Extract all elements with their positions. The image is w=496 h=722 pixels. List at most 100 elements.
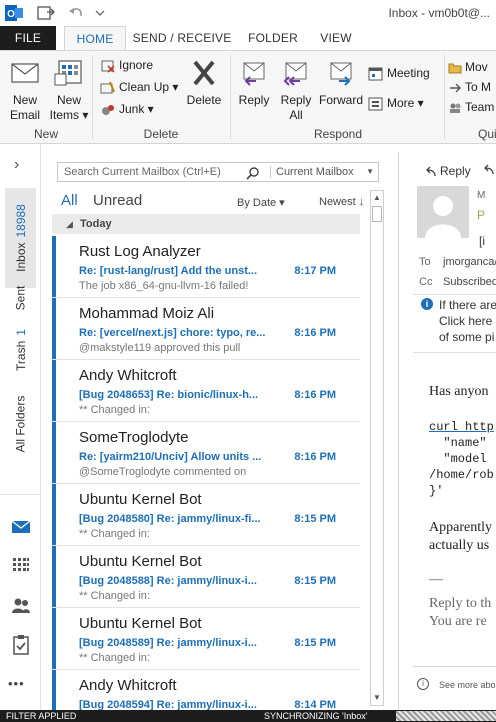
meeting-icon [368, 67, 383, 81]
list-item[interactable]: Ubuntu Kernel Bot [Bug 2048589] Re: jamm… [52, 608, 360, 670]
new-email-label-2: Email [9, 108, 40, 122]
new-email-icon [11, 63, 39, 83]
search-icon[interactable] [246, 166, 260, 180]
info-line-2[interactable]: Click here t [439, 314, 496, 328]
more-modules-button[interactable]: ••• [8, 676, 25, 691]
forward-arrow-icon [450, 83, 461, 93]
mail-sender: Ubuntu Kernel Bot [79, 615, 202, 632]
tab-view[interactable]: VIEW [312, 26, 360, 50]
unread-indicator [52, 546, 56, 607]
tab-send-receive[interactable]: SEND / RECEIVE [132, 26, 232, 50]
new-items-label-2: Items ▾ [49, 108, 89, 122]
mail-time: 8:17 PM [294, 265, 336, 277]
mail-time: 8:16 PM [294, 327, 336, 339]
reply-button[interactable]: Reply [234, 57, 274, 108]
reply-all-small-icon[interactable] [481, 164, 496, 176]
list-item[interactable]: Mohammad Moiz Ali Re: [vercel/next.js] c… [52, 298, 360, 360]
list-item[interactable]: Ubuntu Kernel Bot [Bug 2048580] Re: jamm… [52, 484, 360, 546]
ignore-label: Ignore [119, 58, 154, 72]
mail-sender: Ubuntu Kernel Bot [79, 491, 202, 508]
sort-by-dropdown[interactable]: By Date ▾ [237, 196, 285, 209]
search-placeholder: Search Current Mailbox (Ctrl+E) [64, 166, 221, 178]
list-item[interactable]: Andy Whitcroft [Bug 2048594] Re: jammy/l… [52, 670, 360, 711]
ignore-icon [101, 60, 115, 73]
body-line-4: Reply to th [429, 596, 492, 611]
junk-button[interactable]: Junk ▾ [100, 99, 154, 119]
reading-reply-button[interactable]: Reply [423, 164, 471, 178]
send-receive-icon[interactable] [36, 3, 56, 23]
nav-sent[interactable]: Sent [0, 278, 41, 318]
scroll-thumb[interactable] [372, 206, 382, 222]
mail-subject: Re: [vercel/next.js] chore: typo, re... [79, 327, 266, 339]
status-bar: FILTER APPLIED SYNCHRONIZING 'Inbox' [0, 710, 496, 722]
forward-button[interactable]: Forward [318, 57, 364, 108]
filter-all[interactable]: All [61, 192, 78, 209]
mail-subject: [Bug 2048580] Re: jammy/linux-fi... [79, 513, 261, 525]
search-input[interactable]: Search Current Mailbox (Ctrl+E) Current … [57, 162, 379, 182]
quick-step-team-label: Team [465, 100, 495, 114]
collapse-triangle-icon: ◢ [66, 219, 73, 229]
quick-step-to-manager[interactable]: To M [448, 77, 491, 97]
undo-icon[interactable] [66, 3, 86, 23]
sort-order-toggle[interactable]: Newest ↓ [319, 196, 364, 208]
mail-subject: [Bug 2048653] Re: bionic/linux-h... [79, 389, 259, 401]
more-respond-button[interactable]: More ▾ [368, 93, 424, 113]
quick-step-move[interactable]: Mov [448, 57, 488, 77]
mail-time: 8:16 PM [294, 389, 336, 401]
mail-preview: The job x86_64-gnu-llvm-16 failed! [79, 280, 249, 292]
more-label: More ▾ [387, 96, 424, 110]
tab-file[interactable]: FILE [0, 26, 56, 50]
nav-inbox-count: 18988 [13, 204, 28, 238]
reply-all-button[interactable]: Reply All [276, 57, 316, 123]
message-list-scrollbar[interactable]: ▲ ▼ [370, 190, 384, 706]
filter-unread[interactable]: Unread [93, 192, 142, 209]
tasks-icon[interactable] [10, 634, 32, 656]
info-line-3: of some pi [439, 330, 495, 344]
person-placeholder-icon [425, 196, 461, 238]
search-scope-dropdown[interactable]: Current Mailbox [276, 166, 354, 178]
nav-all-folders[interactable]: All Folders [0, 384, 41, 464]
mail-subject: Re: [yairm210/Unciv] Allow units ... [79, 451, 262, 463]
quick-step-team[interactable]: Team [448, 97, 494, 117]
mail-sender: Ubuntu Kernel Bot [79, 553, 202, 570]
mail-sender: SomeTroglodyte [79, 429, 189, 446]
ignore-button[interactable]: Ignore [100, 55, 153, 75]
outlook-icon[interactable]: O [4, 3, 24, 23]
expand-folder-pane-icon[interactable]: › [14, 156, 19, 174]
clean-up-label: Clean Up ▾ [119, 80, 179, 94]
tab-folder[interactable]: FOLDER [242, 26, 304, 50]
people-icon[interactable] [10, 594, 32, 616]
scroll-up-icon[interactable]: ▲ [371, 191, 383, 205]
group-quick-steps-label: Qui [478, 127, 496, 141]
nav-inbox[interactable]: Inbox 18988 [0, 188, 41, 288]
mail-subject: [Bug 2048588] Re: jammy/linux-i... [79, 575, 257, 587]
clean-up-button[interactable]: Clean Up ▾ [100, 77, 178, 97]
new-items-button[interactable]: New Items ▾ [48, 57, 90, 123]
chevron-down-icon[interactable]: ▼ [366, 167, 374, 176]
see-more-link[interactable]: See more abou [439, 680, 496, 690]
nav-sent-label: Sent [13, 285, 28, 311]
calendar-icon[interactable] [10, 554, 32, 576]
mail-time: 8:15 PM [294, 637, 336, 649]
list-item[interactable]: Rust Log Analyzer Re: [rust-lang/rust] A… [52, 236, 360, 298]
mail-icon[interactable] [10, 516, 32, 538]
meeting-button[interactable]: Meeting [368, 63, 430, 83]
list-item[interactable]: Andy Whitcroft [Bug 2048653] Re: bionic/… [52, 360, 360, 422]
list-item[interactable]: SomeTroglodyte Re: [yairm210/Unciv] Allo… [52, 422, 360, 484]
mail-preview: @SomeTroglodyte commented on [79, 466, 247, 478]
quick-step-move-label: Mov [465, 60, 488, 74]
customize-icon[interactable] [90, 3, 110, 23]
sender-avatar [417, 186, 469, 238]
nav-inbox-label: Inbox [13, 242, 28, 272]
scroll-down-icon[interactable]: ▼ [371, 691, 383, 705]
nav-trash[interactable]: Trash 1 [0, 322, 41, 378]
message-list-pane: Search Current Mailbox (Ctrl+E) Current … [42, 152, 390, 711]
new-email-button[interactable]: New Email [4, 57, 46, 123]
tab-home[interactable]: HOME [64, 26, 126, 51]
list-item[interactable]: Ubuntu Kernel Bot [Bug 2048588] Re: jamm… [52, 546, 360, 608]
group-header-today[interactable]: ◢ Today [52, 214, 360, 234]
body-line-2: Apparently [429, 520, 492, 535]
delete-button[interactable]: Delete [182, 57, 226, 108]
clean-up-icon [100, 81, 115, 94]
sync-progress-indicator [396, 711, 496, 721]
